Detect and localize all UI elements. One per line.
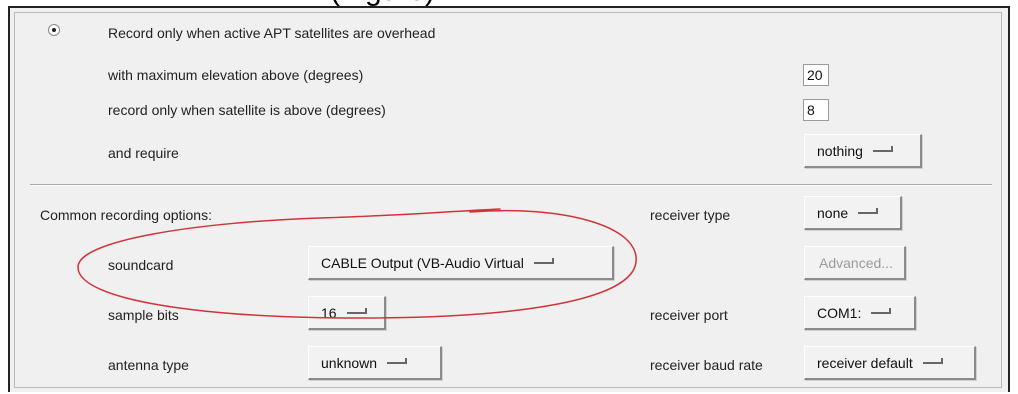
max-elevation-label: with maximum elevation above (degrees): [108, 67, 364, 83]
receiver-type-dropdown[interactable]: none: [804, 196, 902, 230]
min-elevation-label: record only when satellite is above (deg…: [108, 102, 386, 118]
baud-rate-value: receiver default: [817, 354, 913, 371]
antenna-type-dropdown[interactable]: unknown: [308, 346, 442, 380]
sample-bits-label: sample bits: [108, 307, 179, 323]
apt-radio-button[interactable]: [48, 24, 60, 36]
min-elevation-field[interactable]: 8: [803, 99, 829, 121]
sample-bits-value: 16: [321, 304, 337, 321]
antenna-type-value: unknown: [321, 354, 378, 371]
receiver-type-value: none: [817, 204, 849, 221]
receiver-type-label: receiver type: [650, 207, 731, 223]
option-menu-icon: [922, 358, 945, 367]
receiver-port-value: COM1:: [817, 304, 862, 321]
section-divider: [30, 184, 992, 186]
soundcard-label: soundcard: [108, 257, 174, 273]
baud-rate-label: receiver baud rate: [650, 357, 763, 373]
soundcard-value: CABLE Output (VB-Audio Virtual: [321, 254, 524, 271]
require-label: and require: [108, 145, 179, 161]
soundcard-dropdown[interactable]: CABLE Output (VB-Audio Virtual: [308, 246, 614, 280]
require-dropdown[interactable]: nothing: [804, 134, 922, 168]
option-menu-icon: [872, 146, 895, 155]
option-menu-icon: [346, 308, 369, 317]
antenna-type-label: antenna type: [108, 357, 189, 373]
option-menu-icon: [533, 258, 556, 267]
option-menu-icon: [387, 358, 409, 367]
receiver-port-dropdown[interactable]: COM1:: [804, 296, 916, 330]
baud-rate-dropdown[interactable]: receiver default: [804, 346, 976, 380]
apt-radio-label: Record only when active APT satellites a…: [108, 25, 436, 41]
option-menu-icon: [858, 208, 880, 217]
max-elevation-field[interactable]: 20: [803, 64, 829, 86]
common-options-heading: Common recording options:: [40, 207, 212, 223]
advanced-button[interactable]: Advanced...: [804, 246, 906, 280]
receiver-port-label: receiver port: [650, 307, 728, 323]
require-dropdown-value: nothing: [817, 142, 863, 159]
option-menu-icon: [871, 308, 893, 317]
sample-bits-dropdown[interactable]: 16: [308, 296, 386, 330]
